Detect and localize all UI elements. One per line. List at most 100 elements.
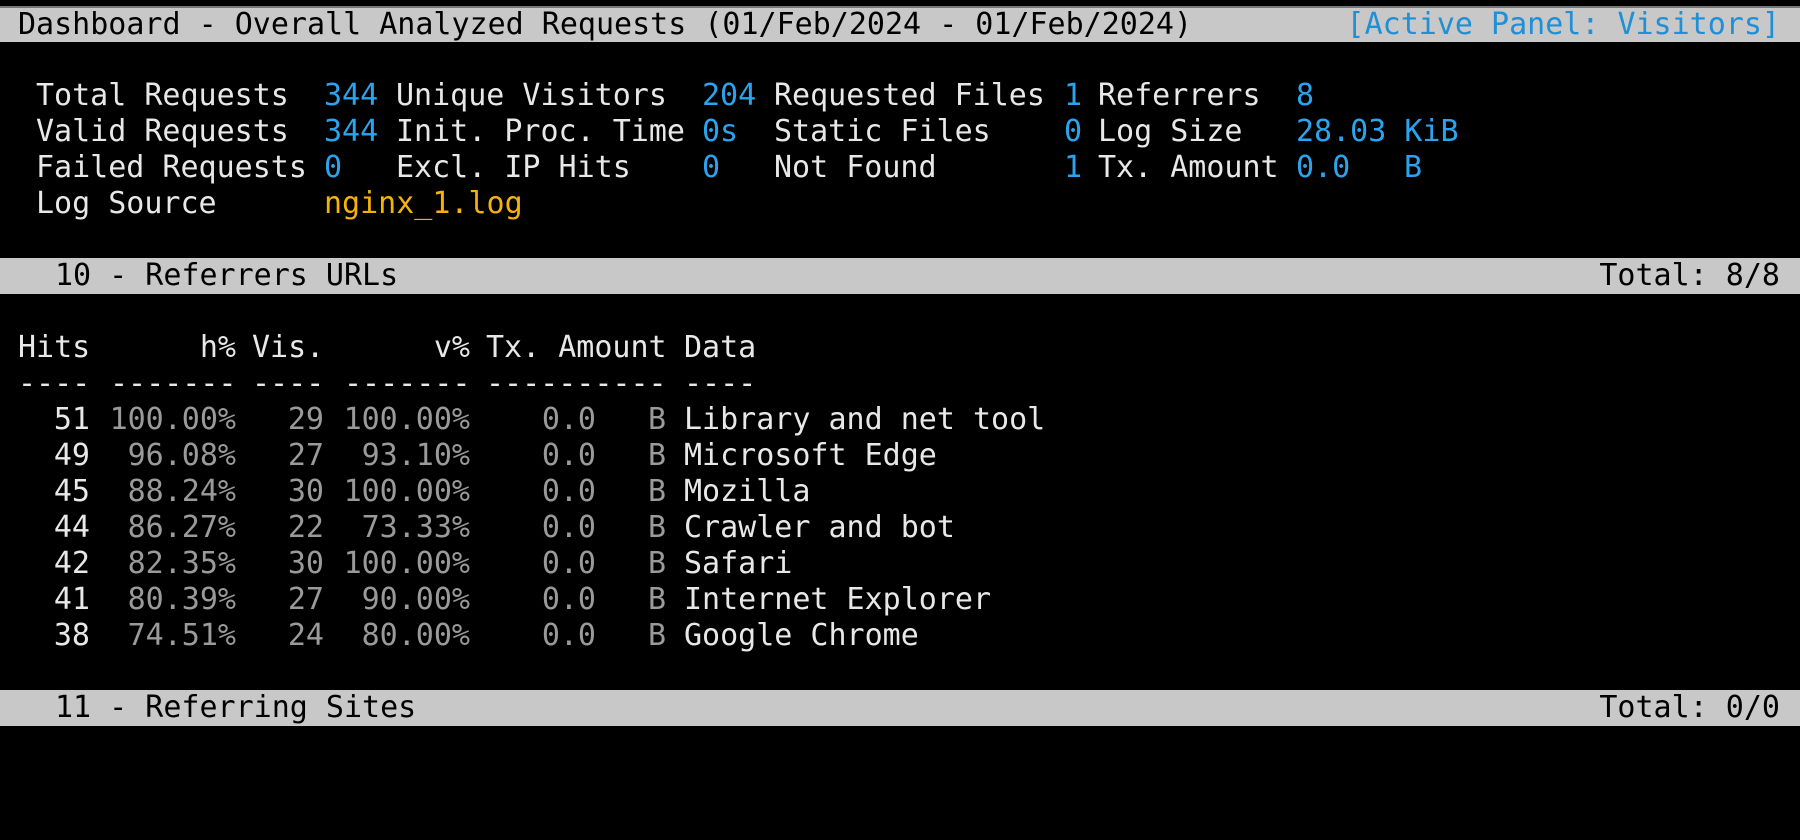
referrers-value: 8	[1296, 78, 1315, 113]
table-row[interactable]: 41 80.39% 27 90.00% 0.0 B Internet Explo…	[0, 582, 1800, 618]
cell-vpct: 100.00%	[343, 546, 470, 581]
tx-amount-unit: B	[1404, 150, 1423, 185]
table-row[interactable]: 45 88.24% 30 100.00% 0.0 B Mozilla	[0, 474, 1800, 510]
unique-visitors-value: 204	[702, 78, 757, 113]
cell-tx: 0.0	[541, 438, 596, 473]
dashboard-title: Dashboard - Overall Analyzed Requests (0…	[18, 7, 1192, 42]
cell-vpct: 90.00%	[361, 582, 470, 617]
panel-referrers-title: 10 - Referrers URLs	[55, 258, 399, 293]
cell-data: Mozilla	[684, 474, 811, 509]
col-vis-header: Vis.	[252, 330, 325, 365]
table-row[interactable]: 44 86.27% 22 73.33% 0.0 B Crawler and bo…	[0, 510, 1800, 546]
cell-data: Google Chrome	[684, 618, 919, 653]
cell-hpct: 86.27%	[127, 510, 236, 545]
col-hpct-header: h%	[199, 330, 236, 365]
cell-unit: B	[648, 510, 667, 545]
tx-amount-value: 0.0	[1296, 150, 1351, 185]
cell-unit: B	[648, 438, 667, 473]
table-row[interactable]: 38 74.51% 24 80.00% 0.0 B Google Chrome	[0, 618, 1800, 654]
sep-hpct: -------	[110, 366, 237, 401]
col-data-header: Data	[684, 330, 757, 365]
col-hits-header: Hits	[18, 330, 91, 365]
sep-data: ----	[684, 366, 757, 401]
cell-unit: B	[648, 582, 667, 617]
cell-vis: 29	[287, 402, 324, 437]
cell-tx: 0.0	[541, 510, 596, 545]
cell-hpct: 88.24%	[127, 474, 236, 509]
stats-row-1: Total Requests 344 Unique Visitors 204 R…	[0, 78, 1800, 114]
panel-sites-header[interactable]: 11 - Referring Sites Total: 0/0	[0, 690, 1800, 726]
cell-tx: 0.0	[541, 618, 596, 653]
stats-row-3: Failed Requests 0 Excl. IP Hits 0 Not Fo…	[0, 150, 1800, 186]
cell-vpct: 80.00%	[361, 618, 470, 653]
cell-vis: 22	[287, 510, 324, 545]
cell-tx: 0.0	[541, 474, 596, 509]
total-requests-label: Total Requests	[36, 78, 289, 113]
col-tx-header: Tx. Amount	[486, 330, 667, 365]
referrers-label: Referrers	[1098, 78, 1261, 113]
cell-hpct: 80.39%	[127, 582, 236, 617]
stats-row-4: Log Source nginx_1.log	[0, 186, 1800, 222]
table-row[interactable]: 51 100.00% 29 100.00% 0.0 B Library and …	[0, 402, 1800, 438]
requested-files-value: 1	[1064, 78, 1083, 113]
static-files-label: Static Files	[774, 114, 991, 149]
cell-vis: 24	[287, 618, 324, 653]
table-row[interactable]: 42 82.35% 30 100.00% 0.0 B Safari	[0, 546, 1800, 582]
cell-hpct: 82.35%	[127, 546, 236, 581]
cell-hits: 45	[53, 474, 90, 509]
cell-unit: B	[648, 402, 667, 437]
cell-vpct: 73.33%	[361, 510, 470, 545]
cell-vis: 27	[287, 582, 324, 617]
cell-data: Safari	[684, 546, 793, 581]
sep-tx: ----------	[486, 366, 667, 401]
col-vpct-header: v%	[433, 330, 470, 365]
cell-data: Library and net tool	[684, 402, 1046, 437]
total-requests-value: 344	[324, 78, 379, 113]
failed-requests-label: Failed Requests	[36, 150, 307, 185]
table-row[interactable]: 49 96.08% 27 93.10% 0.0 B Microsoft Edge	[0, 438, 1800, 474]
cell-tx: 0.0	[541, 546, 596, 581]
cell-data: Crawler and bot	[684, 510, 955, 545]
panel-referrers-header[interactable]: 10 - Referrers URLs Total: 8/8	[0, 258, 1800, 294]
table-header-separator: ---- ------- ---- ------- ---------- ---…	[0, 366, 1800, 402]
cell-hits: 38	[53, 618, 90, 653]
log-size-label: Log Size	[1098, 114, 1243, 149]
cell-hits: 49	[53, 438, 90, 473]
cell-hits: 41	[53, 582, 90, 617]
cell-unit: B	[648, 546, 667, 581]
not-found-value: 1	[1064, 150, 1083, 185]
cell-data: Microsoft Edge	[684, 438, 937, 473]
cell-hits: 42	[53, 546, 90, 581]
log-size-value: 28.03 KiB	[1296, 114, 1459, 149]
table-header: Hits h% Vis. v% Tx. Amount Data	[0, 330, 1800, 366]
sep-vpct: -------	[344, 366, 471, 401]
cell-hpct: 96.08%	[127, 438, 236, 473]
valid-requests-label: Valid Requests	[36, 114, 289, 149]
cell-data: Internet Explorer	[684, 582, 992, 617]
log-source-label: Log Source	[36, 186, 217, 221]
excl-ip-hits-label: Excl. IP Hits	[396, 150, 631, 185]
init-proc-time-label: Init. Proc. Time	[396, 114, 685, 149]
cell-hits: 44	[53, 510, 90, 545]
valid-requests-value: 344	[324, 114, 379, 149]
cell-hpct: 74.51%	[127, 618, 236, 653]
cell-hpct: 100.00%	[109, 402, 236, 437]
sep-vis: ----	[252, 366, 325, 401]
cell-vpct: 100.00%	[343, 402, 470, 437]
static-files-value: 0	[1064, 114, 1083, 149]
unique-visitors-label: Unique Visitors	[396, 78, 667, 113]
cell-tx: 0.0	[541, 402, 596, 437]
cell-vis: 30	[287, 546, 324, 581]
panel-referrers-total: Total: 8/8	[1599, 258, 1780, 293]
panel-sites-total: Total: 0/0	[1599, 690, 1780, 725]
cell-tx: 0.0	[541, 582, 596, 617]
excl-ip-hits-value: 0	[702, 150, 721, 185]
cell-hits: 51	[53, 402, 90, 437]
cell-unit: B	[648, 474, 667, 509]
requested-files-label: Requested Files	[774, 78, 1045, 113]
tx-amount-label: Tx. Amount	[1098, 150, 1279, 185]
cell-vis: 27	[287, 438, 324, 473]
failed-requests-value: 0	[324, 150, 343, 185]
cell-vis: 30	[287, 474, 324, 509]
dashboard-title-bar: Dashboard - Overall Analyzed Requests (0…	[0, 6, 1800, 42]
